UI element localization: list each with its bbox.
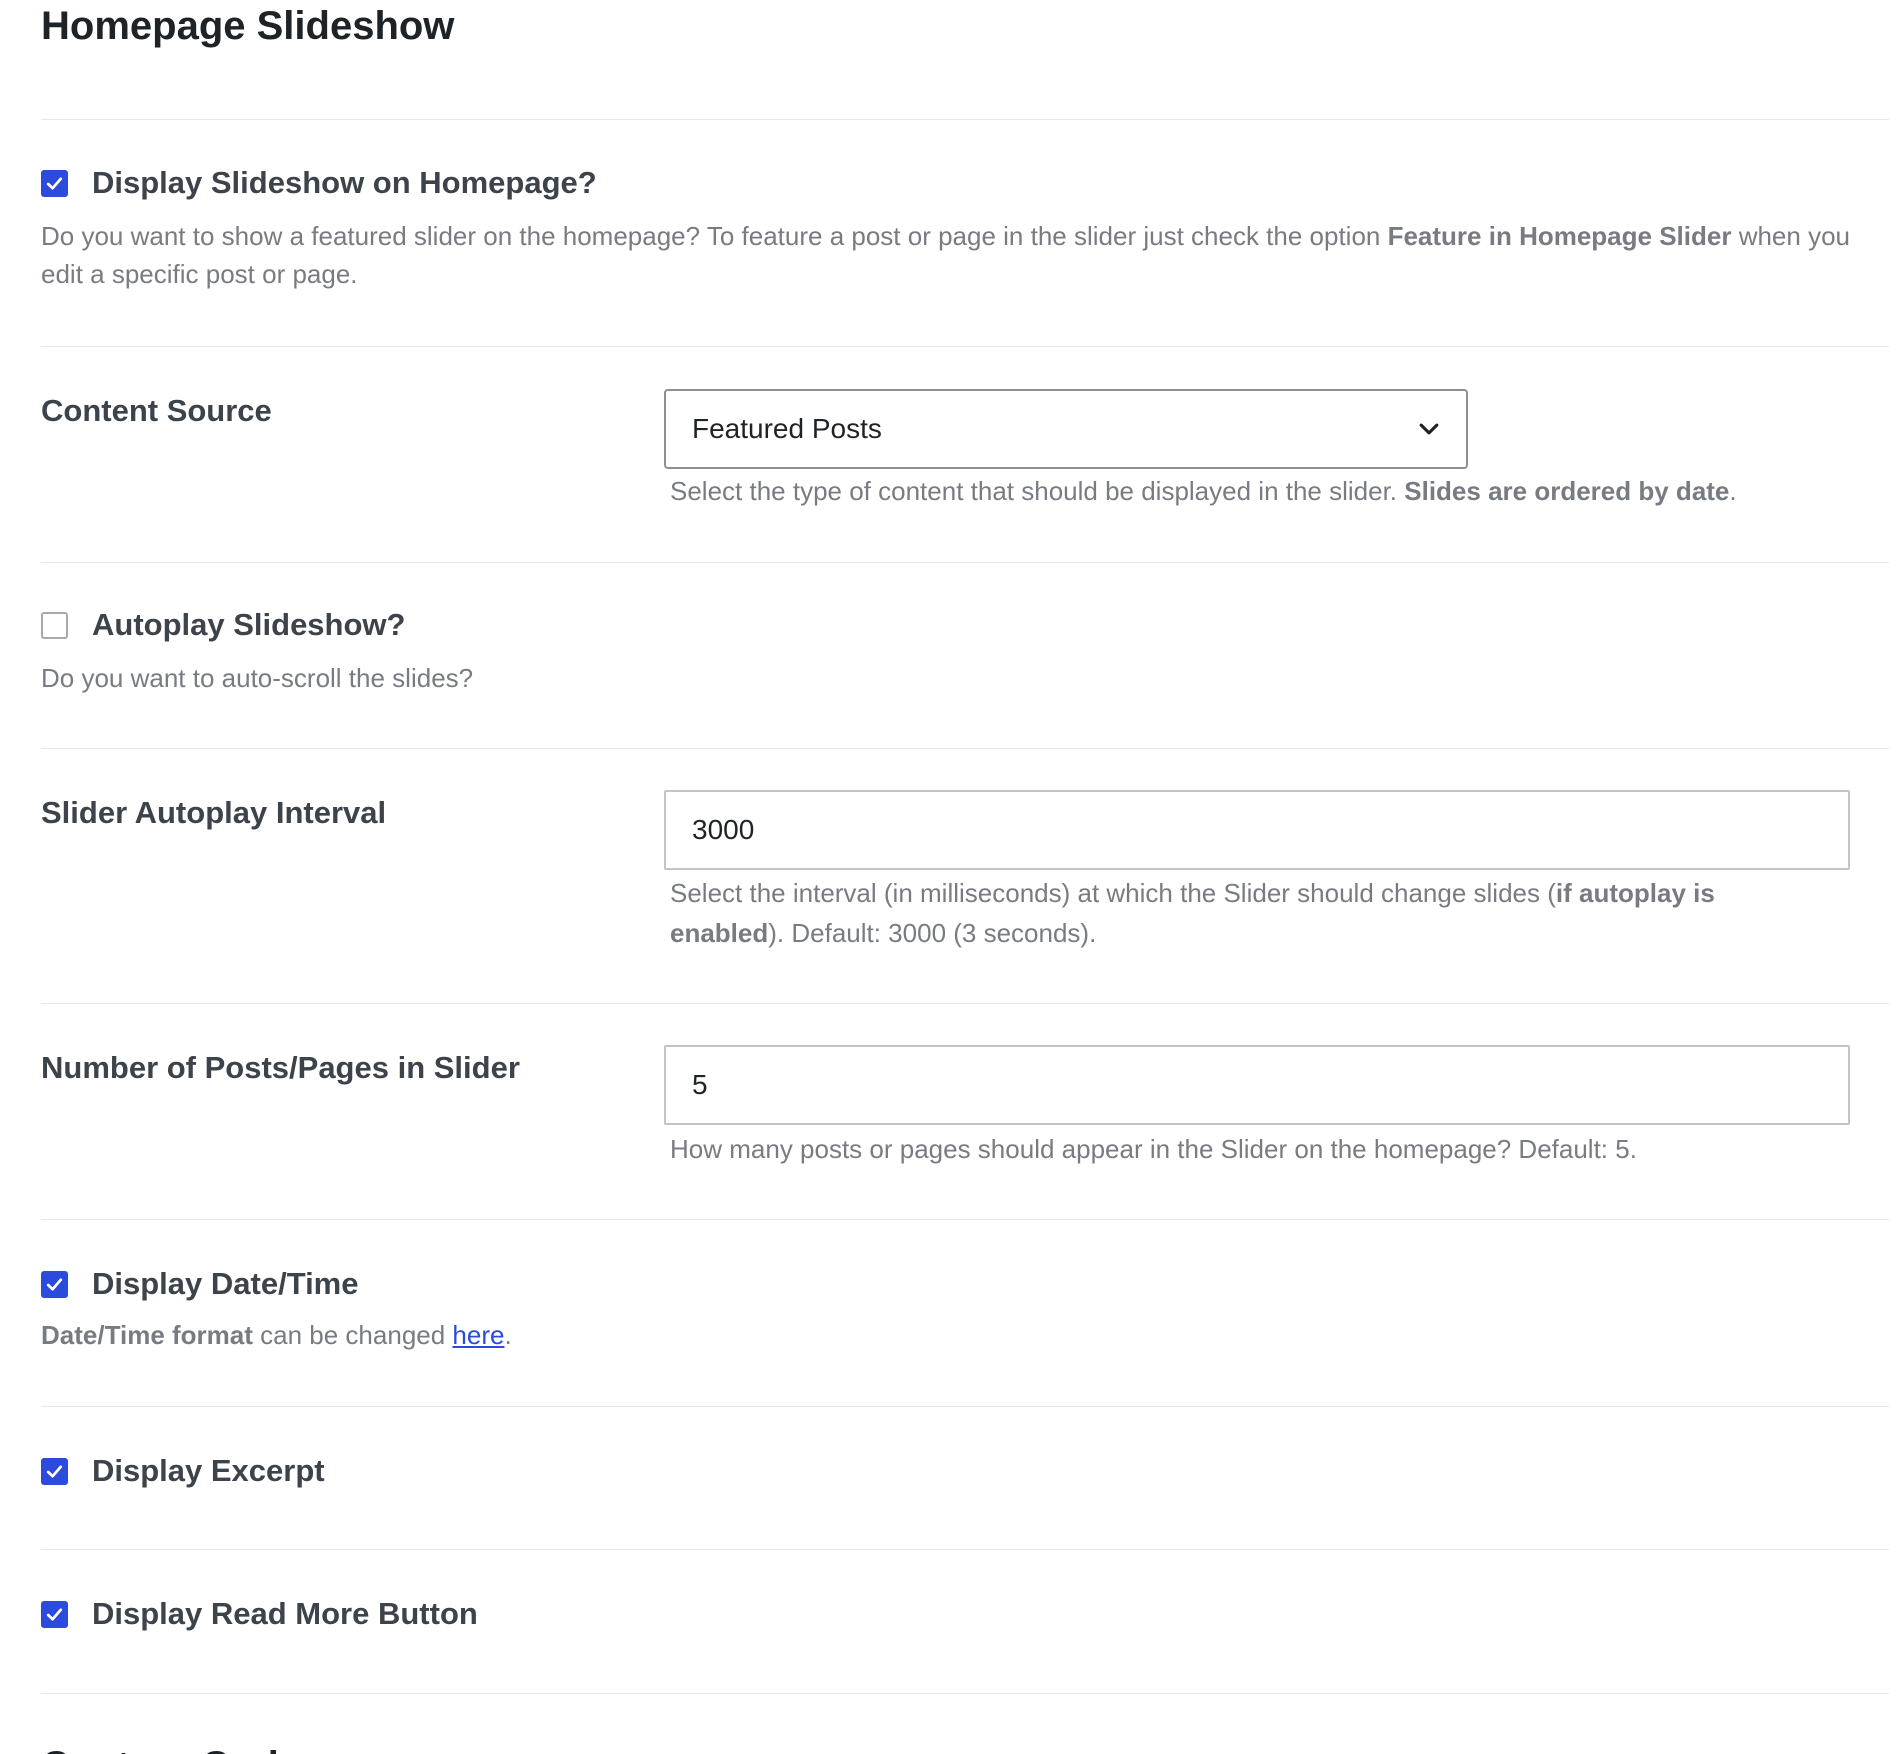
display-datetime-label: Display Date/Time — [92, 1266, 359, 1301]
content-source-select[interactable]: Featured Posts — [664, 389, 1468, 469]
display-datetime-description: Date/Time format can be changed here. — [41, 1320, 512, 1350]
display-excerpt-label: Display Excerpt — [92, 1453, 325, 1488]
datetime-format-link[interactable]: here — [452, 1320, 504, 1350]
divider — [41, 346, 1889, 347]
autoplay-interval-label: Slider Autoplay Interval — [41, 795, 387, 830]
checkmark-icon — [46, 176, 63, 190]
num-posts-description: How many posts or pages should appear in… — [670, 1134, 1637, 1164]
divider — [41, 1549, 1889, 1550]
checkmark-icon — [46, 1464, 63, 1478]
divider — [41, 1219, 1889, 1220]
divider — [41, 748, 1889, 749]
display-excerpt-row[interactable]: Display Excerpt — [41, 1451, 325, 1491]
num-posts-input[interactable]: 5 — [664, 1045, 1850, 1125]
settings-page: Homepage Slideshow Display Slideshow on … — [0, 0, 1904, 1754]
display-slideshow-row[interactable]: Display Slideshow on Homepage? — [41, 163, 597, 203]
autoplay-checkbox[interactable] — [41, 611, 68, 639]
autoplay-label: Autoplay Slideshow? — [92, 607, 406, 642]
autoplay-interval-description: Select the interval (in milliseconds) at… — [670, 878, 1715, 948]
divider — [41, 1406, 1889, 1407]
chevron-down-icon — [1419, 423, 1439, 435]
divider — [41, 1693, 1889, 1694]
divider — [41, 562, 1889, 563]
content-source-selected-value: Featured Posts — [692, 413, 882, 444]
display-slideshow-checkbox[interactable] — [41, 169, 68, 197]
num-posts-label: Number of Posts/Pages in Slider — [41, 1050, 520, 1085]
content-source-description: Select the type of content that should b… — [670, 476, 1737, 506]
divider — [41, 1003, 1889, 1004]
next-section-title: Custom Code — [41, 1740, 301, 1754]
display-excerpt-checkbox[interactable] — [41, 1457, 68, 1485]
display-slideshow-description: Do you want to show a featured slider on… — [41, 221, 1850, 289]
display-read-more-label: Display Read More Button — [92, 1596, 478, 1631]
divider — [41, 119, 1889, 120]
autoplay-interval-input[interactable]: 3000 — [664, 790, 1850, 870]
display-datetime-row[interactable]: Display Date/Time — [41, 1264, 358, 1304]
display-read-more-row[interactable]: Display Read More Button — [41, 1594, 478, 1634]
display-read-more-checkbox[interactable] — [41, 1600, 68, 1628]
section-title: Homepage Slideshow — [41, 4, 455, 48]
checkmark-icon — [46, 1277, 63, 1291]
autoplay-description: Do you want to auto-scroll the slides? — [41, 663, 474, 693]
display-slideshow-label: Display Slideshow on Homepage? — [92, 165, 597, 200]
content-source-label: Content Source — [41, 393, 272, 428]
checkmark-icon — [46, 1607, 63, 1621]
display-datetime-checkbox[interactable] — [41, 1270, 68, 1298]
autoplay-row[interactable]: Autoplay Slideshow? — [41, 605, 405, 645]
